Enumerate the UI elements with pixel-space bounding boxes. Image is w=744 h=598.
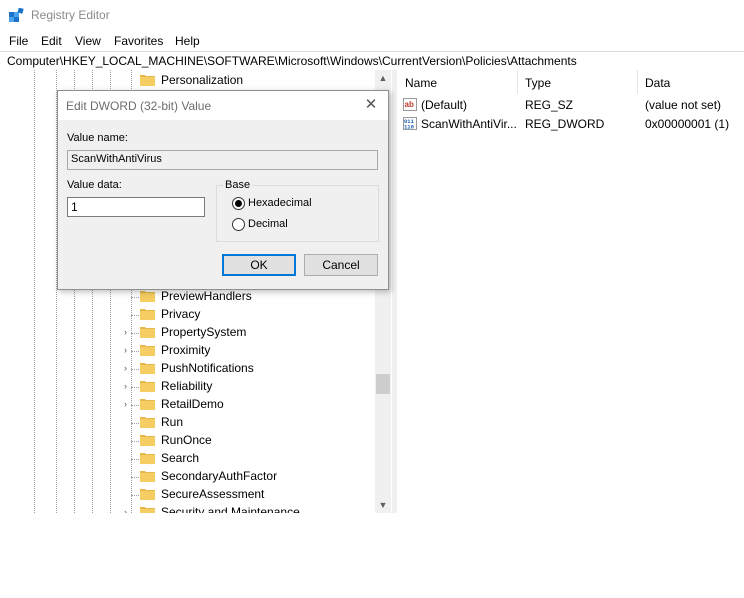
address-path[interactable]: Computer\HKEY_LOCAL_MACHINE\SOFTWARE\Mic… (7, 54, 577, 68)
folder-icon (140, 309, 155, 320)
window-title: Registry Editor (31, 8, 110, 22)
dialog-title: Edit DWORD (32-bit) Value (66, 99, 212, 113)
value-data: 0x00000001 (1) (645, 117, 730, 131)
binary-value-icon: 011 110 (403, 117, 417, 130)
column-label: Name (405, 76, 438, 90)
ok-button[interactable]: OK (222, 254, 296, 276)
svg-text:110: 110 (404, 124, 414, 131)
scroll-down-icon[interactable]: ▼ (375, 497, 391, 513)
column-header-name[interactable]: Name (397, 70, 518, 94)
cancel-button[interactable]: Cancel (304, 254, 378, 276)
column-label: Type (525, 76, 552, 90)
scroll-thumb[interactable] (376, 374, 390, 394)
decimal-label[interactable]: Decimal (248, 218, 288, 230)
tree-item-label: Run (161, 415, 184, 429)
list-row[interactable]: ab (Default) REG_SZ (value not set) (397, 96, 744, 115)
tree-item-label: RetailDemo (161, 397, 224, 411)
column-header-type[interactable]: Type (517, 70, 638, 94)
folder-icon (140, 489, 155, 500)
decimal-radio[interactable] (232, 218, 245, 231)
value-data-label: Value data: (67, 179, 122, 191)
values-list[interactable]: Name Type Data ab (Default) REG_SZ (valu… (397, 70, 744, 513)
string-value-icon: ab (403, 98, 417, 111)
address-bar[interactable]: Computer\HKEY_LOCAL_MACHINE\SOFTWARE\Mic… (0, 51, 744, 71)
value-name-text: ScanWithAntiVirus (71, 153, 162, 165)
value-name: ScanWithAntiVir... (421, 117, 517, 131)
menu-help[interactable]: Help (175, 34, 200, 48)
dialog-title-bar[interactable]: Edit DWORD (32-bit) Value ✕ (58, 91, 388, 120)
value-name-field: ScanWithAntiVirus (67, 150, 378, 170)
folder-icon (140, 471, 155, 482)
svg-text:ab: ab (405, 100, 414, 109)
tree-item-label: PropertySystem (161, 325, 247, 339)
registry-editor-icon (9, 8, 24, 22)
value-name: (Default) (421, 98, 468, 112)
folder-icon (140, 291, 155, 302)
empty-desktop-area (0, 513, 744, 598)
hexadecimal-label[interactable]: Hexadecimal (248, 197, 312, 209)
base-groupbox (216, 185, 379, 242)
folder-icon (140, 381, 155, 392)
tree-item-label: Proximity (161, 343, 211, 357)
column-header-data[interactable]: Data (637, 70, 744, 94)
folder-icon (140, 75, 155, 86)
tree-item-label: PreviewHandlers (161, 289, 252, 303)
tree-item-label: Privacy (161, 307, 201, 321)
tree-item-label: PushNotifications (161, 361, 254, 375)
menu-edit[interactable]: Edit (41, 34, 62, 48)
folder-icon (140, 345, 155, 356)
value-data-text: 1 (71, 200, 78, 214)
folder-icon (140, 507, 155, 513)
edit-dword-dialog: Edit DWORD (32-bit) Value ✕ Value name: … (57, 90, 389, 290)
list-row[interactable]: 011 110 ScanWithAntiVir... REG_DWORD 0x0… (397, 115, 744, 134)
radio-selected-dot (235, 200, 242, 207)
folder-icon (140, 327, 155, 338)
tree-item-label: RunOnce (161, 433, 212, 447)
value-name-label: Value name: (67, 132, 128, 144)
value-data: (value not set) (645, 98, 722, 112)
folder-icon (140, 417, 155, 428)
folder-icon (140, 399, 155, 410)
hexadecimal-radio[interactable] (232, 197, 245, 210)
column-label: Data (645, 76, 671, 90)
tree-item-label: SecureAssessment (161, 487, 265, 501)
folder-icon (140, 453, 155, 464)
tree-item-label: Search (161, 451, 200, 465)
value-data-input[interactable]: 1 (67, 197, 205, 217)
scroll-up-icon[interactable]: ▲ (375, 70, 391, 86)
close-icon[interactable]: ✕ (360, 95, 382, 115)
value-type: REG_DWORD (525, 117, 605, 131)
folder-icon (140, 363, 155, 374)
menu-bar: File Edit View Favorites Help (0, 31, 744, 51)
value-type: REG_SZ (525, 98, 574, 112)
title-bar: Registry Editor (0, 0, 744, 31)
tree-item-label: SecondaryAuthFactor (161, 469, 278, 483)
tree-item-label: Security and Maintenance (161, 505, 300, 513)
menu-file[interactable]: File (9, 34, 28, 48)
menu-view[interactable]: View (75, 34, 101, 48)
menu-favorites[interactable]: Favorites (114, 34, 163, 48)
tree-item-label: Personalization (161, 73, 244, 87)
folder-icon (140, 435, 155, 446)
tree-item-label: Reliability (161, 379, 213, 393)
base-label: Base (223, 179, 253, 191)
registry-editor-window: Registry Editor File Edit View Favorites… (0, 0, 744, 513)
